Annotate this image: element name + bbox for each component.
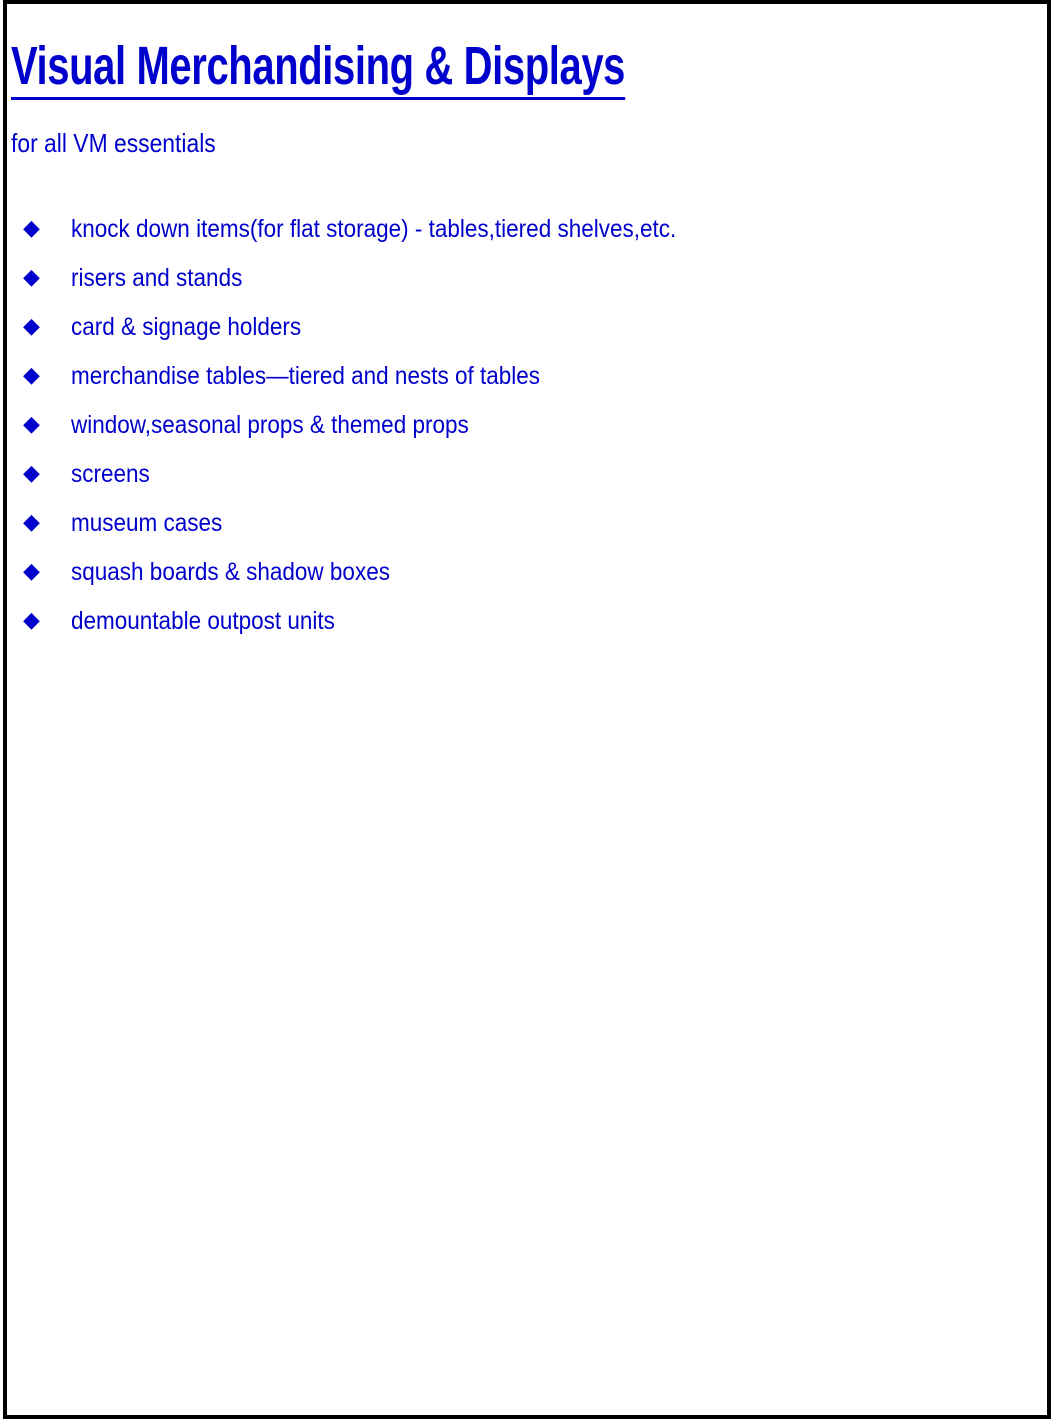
list-item-label: window,seasonal props & themed props [71, 410, 469, 439]
diamond-bullet-icon: ◆ [23, 264, 40, 290]
diamond-bullet-icon: ◆ [23, 411, 40, 437]
features-bullet-list: ◆ knock down items(for flat storage) - ta… [7, 204, 1047, 645]
diamond-bullet-icon: ◆ [23, 558, 40, 584]
page-title: Visual Merchandising & Displays [11, 38, 625, 100]
list-item-label: museum cases [71, 508, 223, 537]
list-item: ◆ knock down items(for flat storage) - ta… [7, 204, 1047, 253]
list-item: ◆ window,seasonal props & themed props [7, 400, 1047, 449]
list-item-label: risers and stands [71, 263, 243, 292]
list-item-label: squash boards & shadow boxes [71, 557, 390, 586]
list-item: ◆ museum cases [7, 498, 1047, 547]
list-item: ◆ risers and stands [7, 253, 1047, 302]
page-subtitle: for all VM essentials [11, 128, 216, 158]
list-item-label: card & signage holders [71, 312, 302, 341]
document-page-border: Visual Merchandising & Displays for all … [3, 0, 1051, 1419]
diamond-bullet-icon: ◆ [23, 460, 40, 486]
list-item: ◆ card & signage holders [7, 302, 1047, 351]
diamond-bullet-icon: ◆ [23, 607, 40, 633]
list-item: ◆ squash boards & shadow boxes [7, 547, 1047, 596]
diamond-bullet-icon: ◆ [23, 215, 40, 241]
list-item-label: knock down items(for flat storage) - tab… [71, 214, 677, 243]
list-item-label: demountable outpost units [71, 606, 335, 635]
list-item: ◆ screens [7, 449, 1047, 498]
list-item-label: screens [71, 459, 150, 488]
diamond-bullet-icon: ◆ [23, 509, 40, 535]
diamond-bullet-icon: ◆ [23, 313, 40, 339]
list-item-label: merchandise tables—tiered and nests of t… [71, 361, 541, 390]
list-item: ◆ merchandise tables—tiered and nests of … [7, 351, 1047, 400]
list-item: ◆ demountable outpost units [7, 596, 1047, 645]
document-body: Visual Merchandising & Displays for all … [7, 4, 1047, 1415]
diamond-bullet-icon: ◆ [23, 362, 40, 388]
